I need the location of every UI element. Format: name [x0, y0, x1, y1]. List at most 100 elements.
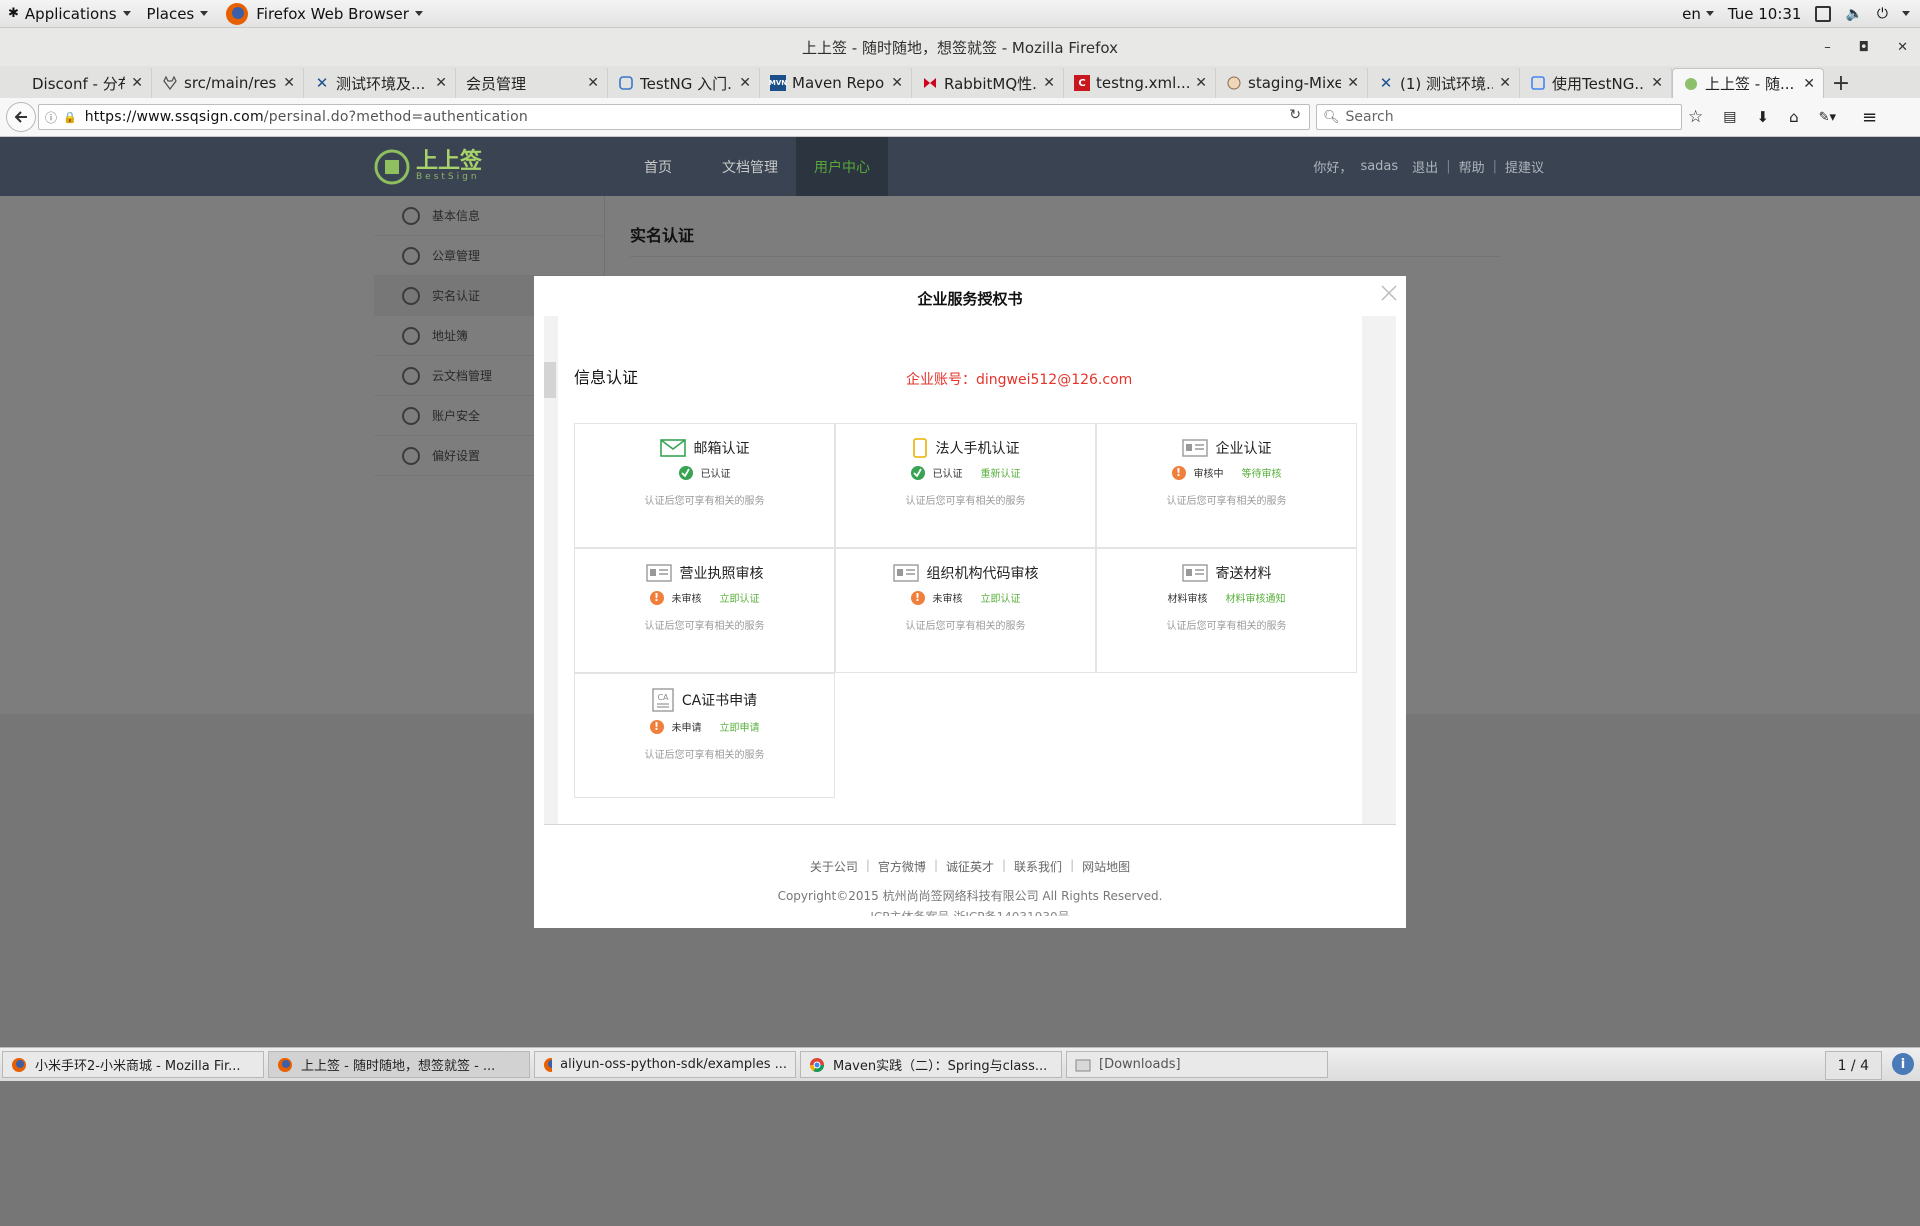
close-tab-icon[interactable]: ✕ — [1043, 75, 1055, 91]
reload-icon[interactable]: ↻ — [1289, 107, 1301, 123]
close-tab-icon[interactable]: ✕ — [739, 75, 751, 91]
footer-link-contact[interactable]: 联系我们 — [1014, 858, 1062, 875]
footer-link-careers[interactable]: 诚征英才 — [946, 858, 994, 875]
home-icon[interactable]: ⌂ — [1789, 108, 1799, 126]
warning-icon: ! — [649, 590, 664, 605]
places-menu[interactable]: Places — [139, 0, 217, 27]
taskbar-item[interactable]: Maven实践（二）：Spring与class... — [800, 1051, 1062, 1078]
tab[interactable]: Ctestng.xml... ✕ — [1064, 68, 1216, 98]
url-path: /persinal.do?method=authentication — [263, 109, 528, 125]
tab[interactable]: 会员管理 ✕ — [456, 68, 608, 98]
gnome-foot-icon: ✱ — [8, 6, 19, 21]
material-review-notice-link[interactable]: 材料审核通知 — [1226, 590, 1286, 605]
taskbar-item[interactable]: [Downloads] — [1066, 1051, 1328, 1078]
close-window-button[interactable]: ✕ — [1897, 40, 1908, 55]
minimize-button[interactable]: – — [1824, 40, 1831, 55]
search-bar[interactable]: 🔍︎ Search — [1316, 104, 1682, 130]
jira-icon: ✕ — [315, 74, 329, 92]
check-icon — [910, 465, 925, 480]
taskbar-item[interactable]: aliyun-oss-python-sdk/examples ... — [534, 1051, 796, 1078]
verify-now-link[interactable]: 立即认证 — [981, 590, 1021, 605]
back-button[interactable] — [6, 102, 36, 132]
verify-now-link[interactable]: 立即认证 — [720, 590, 760, 605]
logout-link[interactable]: 退出 — [1412, 157, 1438, 176]
download-icon[interactable]: ⬇ — [1756, 108, 1769, 126]
applications-menu[interactable]: ✱ Applications — [0, 0, 139, 27]
window-icon[interactable] — [1815, 5, 1832, 22]
firefox-app-menu[interactable]: Firefox Web Browser — [216, 0, 431, 27]
gnome-top-panel: ✱ Applications Places Firefox Web Browse… — [0, 0, 1920, 28]
workspace-pager[interactable]: 1 / 4 — [1824, 1051, 1882, 1080]
id-card-icon — [1181, 439, 1208, 457]
tab[interactable]: Disconf - 分布...✕ — [0, 68, 152, 98]
footer-link-weibo[interactable]: 官方微博 — [878, 858, 926, 875]
power-icon[interactable]: ⏻ — [1877, 6, 1888, 22]
close-tab-icon[interactable]: ✕ — [891, 75, 903, 91]
site-logo[interactable]: 上上签 BestSign — [374, 149, 482, 185]
tab[interactable]: ✕ (1) 测试环境... ✕ — [1368, 68, 1520, 98]
volume-icon[interactable]: 🔈 — [1845, 6, 1862, 22]
reading-list-icon[interactable]: ▤ — [1723, 109, 1736, 125]
bookmark-star-icon[interactable]: ☆ — [1688, 107, 1703, 127]
id-card-icon — [645, 564, 672, 582]
clock[interactable]: Tue 10:31 — [1728, 5, 1802, 23]
id-card-icon — [1181, 564, 1208, 582]
close-tab-icon[interactable]: ✕ — [435, 75, 447, 91]
footer-link-sitemap[interactable]: 网站地图 — [1082, 858, 1130, 875]
footer-link-about[interactable]: 关于公司 — [810, 858, 858, 875]
page-icon — [10, 75, 26, 91]
suggest-link[interactable]: 提建议 — [1505, 157, 1544, 176]
bowtie-icon — [922, 75, 938, 91]
apply-now-link[interactable]: 立即申请 — [720, 719, 760, 734]
close-tab-icon[interactable]: ✕ — [587, 75, 599, 91]
google-icon — [1530, 75, 1546, 91]
taskbar-item[interactable]: 小米手环2-小米商城 - Mozilla Fir... — [2, 1051, 264, 1078]
tab[interactable]: staging-Mixe...✕ — [1216, 68, 1368, 98]
icp-record: ICP主体备案号 浙ICP备14031930号 — [534, 908, 1406, 916]
close-tab-icon[interactable]: ✕ — [1499, 75, 1511, 91]
url-bar[interactable]: ⓘ 🔒 https://www.ssqsign.com/persinal.do?… — [38, 104, 1310, 130]
greeting: 你好， — [1313, 161, 1353, 176]
tab[interactable]: 使用TestNG... ✕ — [1520, 68, 1672, 98]
close-tab-icon[interactable]: ✕ — [1803, 76, 1815, 92]
tab[interactable]: RabbitMQ性... ✕ — [912, 68, 1064, 98]
id-card-icon — [892, 564, 919, 582]
tab[interactable]: TestNG 入门... ✕ — [608, 68, 760, 98]
nav-documents[interactable]: 文档管理 — [704, 137, 796, 196]
verify-card-mail-materials: 寄送材料 材料审核 材料审核通知 认证后您可享有相关的服务 — [1096, 548, 1357, 673]
help-link[interactable]: 帮助 — [1459, 157, 1485, 176]
bestsign-logo-icon — [374, 149, 410, 185]
tab[interactable]: MVNMaven Repo...✕ — [760, 68, 912, 98]
notification-info-icon[interactable]: i — [1892, 1053, 1914, 1075]
maximize-button[interactable]: ◘ — [1859, 40, 1869, 55]
close-tab-icon[interactable]: ✕ — [1347, 75, 1359, 91]
csdn-icon: C — [1074, 75, 1090, 91]
close-tab-icon[interactable]: ✕ — [131, 75, 143, 91]
close-icon[interactable] — [1380, 284, 1398, 302]
tab-active[interactable]: 上上签 - 随... ✕ — [1672, 68, 1824, 98]
username[interactable]: sadas — [1360, 159, 1398, 174]
tab-strip: Disconf - 分布...✕ src/main/res...✕ ✕测试环境及… — [0, 66, 1920, 99]
awaiting-review-link[interactable]: 等待审核 — [1242, 465, 1282, 480]
window-titlebar: 上上签 - 随时随地，想签就签 - Mozilla Firefox – ◘ ✕ — [0, 28, 1920, 66]
nav-home[interactable]: 首页 — [612, 137, 704, 196]
arrow-left-icon — [14, 111, 27, 123]
nav-user-center[interactable]: 用户中心 — [796, 137, 888, 196]
chrome-icon — [810, 1057, 824, 1072]
info-icon[interactable]: ⓘ — [45, 109, 57, 126]
chevron-down-icon[interactable] — [1902, 11, 1910, 16]
extension-icon[interactable]: ✎▾ — [1819, 110, 1836, 125]
chevron-down-icon — [200, 11, 209, 16]
modal-title: 企业服务授权书 — [917, 290, 1023, 308]
tab[interactable]: ✕ 测试环境及... ✕ — [304, 68, 456, 98]
new-tab-button[interactable]: + — [1824, 68, 1858, 98]
close-tab-icon[interactable]: ✕ — [283, 75, 295, 91]
hamburger-menu-icon[interactable]: ≡ — [1862, 107, 1877, 128]
taskbar-item-active[interactable]: 上上签 - 随时随地，想签就签 - ... — [268, 1051, 530, 1078]
scrollbar-thumb[interactable] — [544, 362, 556, 398]
reverify-link[interactable]: 重新认证 — [981, 465, 1021, 480]
close-tab-icon[interactable]: ✕ — [1195, 75, 1207, 91]
close-tab-icon[interactable]: ✕ — [1651, 75, 1663, 91]
tab[interactable]: src/main/res...✕ — [152, 68, 304, 98]
language-indicator[interactable]: en — [1682, 5, 1714, 23]
